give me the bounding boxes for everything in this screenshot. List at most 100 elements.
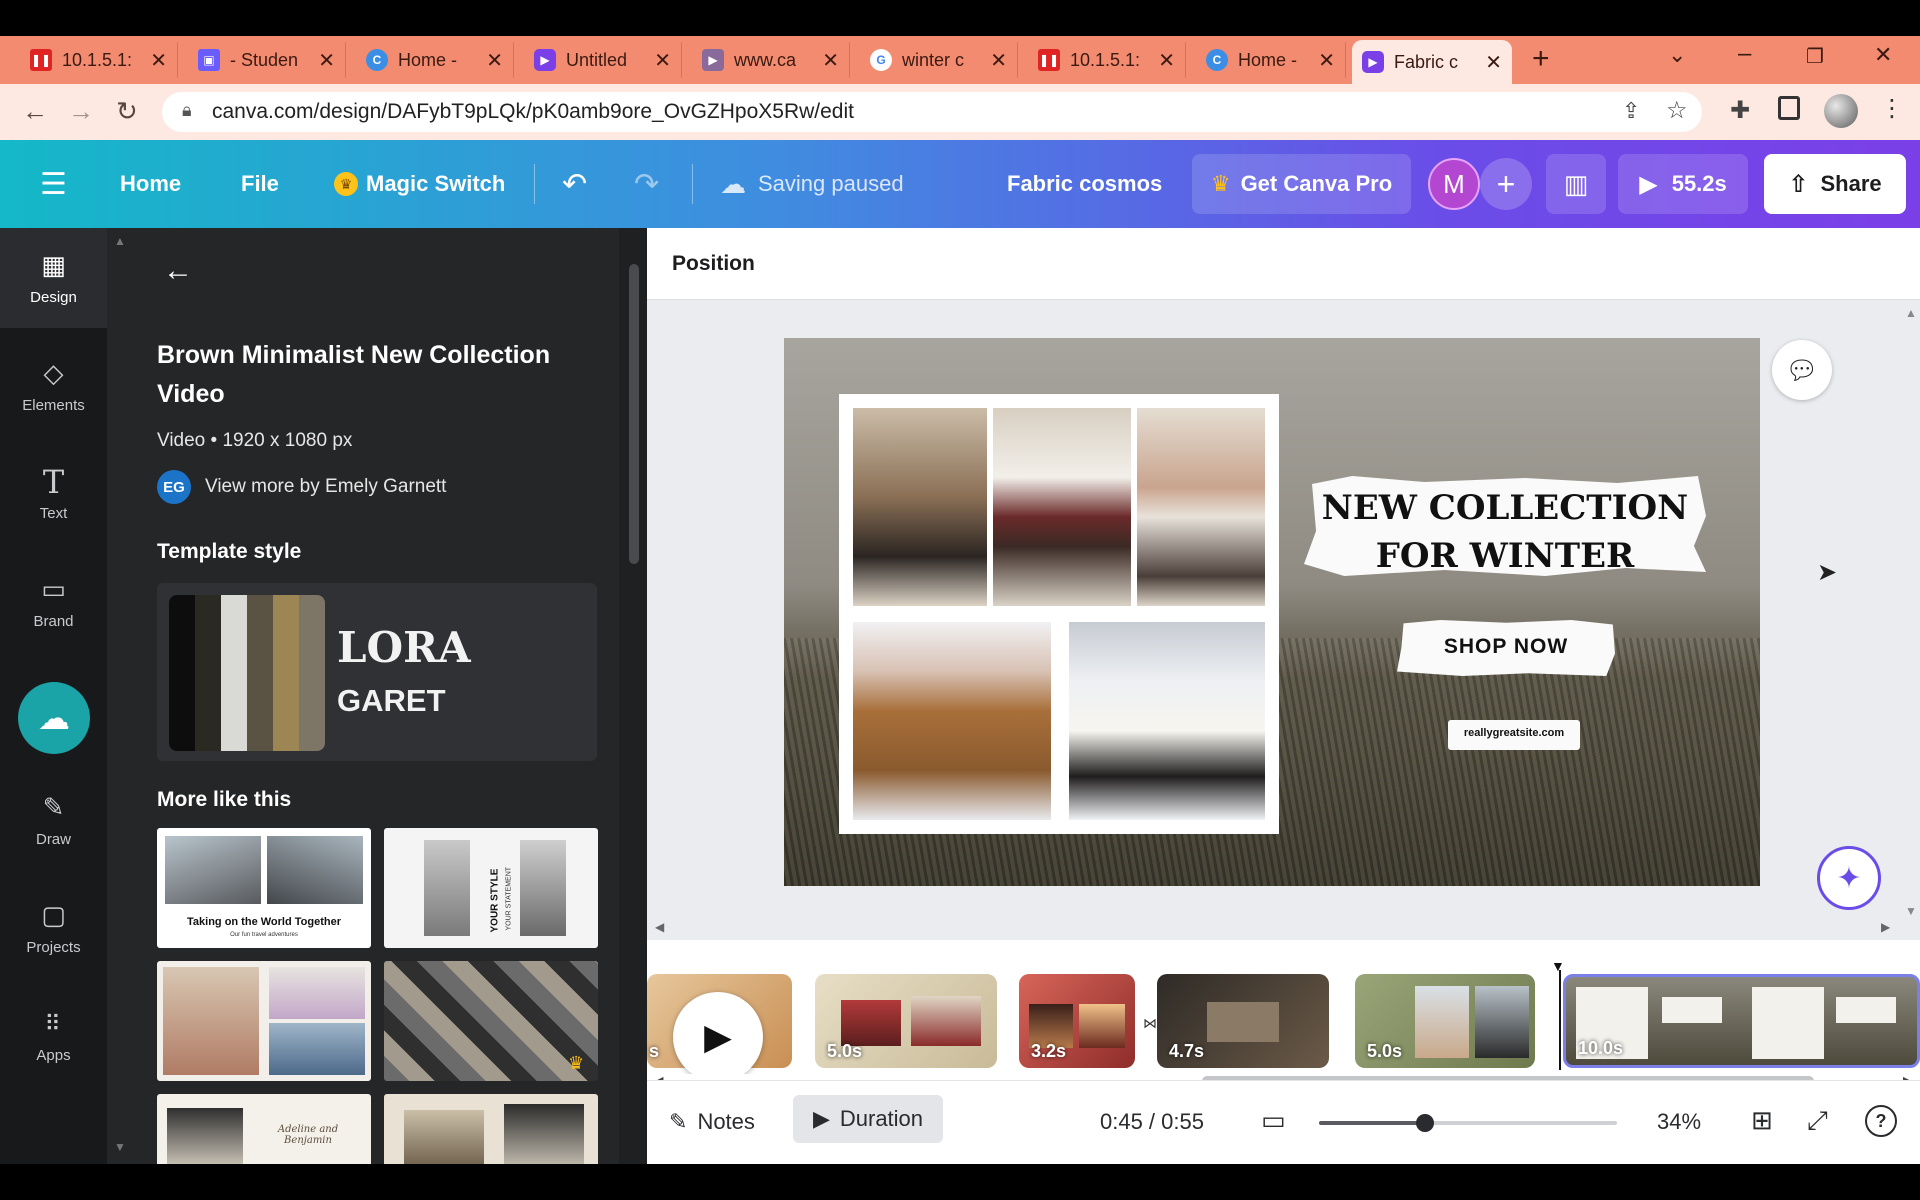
- hamburger-menu-icon[interactable]: ☰: [40, 140, 67, 228]
- magic-switch-button[interactable]: ♛ Magic Switch: [334, 140, 505, 228]
- browser-tab-active[interactable]: ▶ Fabric c ✕: [1352, 40, 1512, 84]
- rail-elements[interactable]: ◇ Elements: [0, 336, 107, 436]
- position-button[interactable]: Position: [672, 252, 755, 276]
- template-thumbnail[interactable]: Taking on the World Together Our fun tra…: [157, 828, 371, 948]
- save-status[interactable]: ☁ Saving paused: [720, 140, 904, 228]
- new-tab-plus-icon[interactable]: +: [1532, 42, 1550, 76]
- rail-apps[interactable]: ⠿ Apps: [0, 986, 107, 1086]
- zoom-slider-thumb[interactable]: [1416, 1114, 1434, 1132]
- forward-arrow-icon[interactable]: →: [68, 96, 94, 127]
- redo-icon[interactable]: ↷: [634, 140, 659, 228]
- add-comment-icon[interactable]: 💬︎: [1772, 340, 1832, 400]
- get-canva-pro-button[interactable]: ♛ Get Canva Pro: [1192, 154, 1411, 214]
- collage-photo[interactable]: [853, 408, 993, 606]
- insights-chart-icon[interactable]: ▥: [1546, 154, 1606, 214]
- duration-button[interactable]: ▶︎ Duration: [793, 1095, 943, 1143]
- shop-now-text[interactable]: SHOP NOW: [1397, 635, 1615, 659]
- upload-cloud-icon[interactable]: ☁: [18, 682, 90, 754]
- tab-search-chevron-icon[interactable]: ⌄: [1668, 42, 1686, 68]
- fullscreen-icon[interactable]: ⤢: [1807, 1105, 1828, 1137]
- template-thumbnail[interactable]: [384, 1094, 598, 1164]
- scroll-down-icon[interactable]: ▼: [114, 1140, 126, 1154]
- timeline-play-button[interactable]: ▶: [673, 992, 763, 1082]
- share-button[interactable]: ⇧ Share: [1764, 154, 1906, 214]
- browser-tab[interactable]: ❚❚ 10.1.5.1: ✕: [20, 42, 178, 78]
- browser-tab[interactable]: ▣ - Studen ✕: [188, 42, 346, 78]
- zoom-percent[interactable]: 34%: [1657, 1109, 1701, 1135]
- timeline-clip[interactable]: 3.2s: [1019, 974, 1135, 1068]
- rail-scrollbar[interactable]: ▲ ▼: [110, 234, 126, 1154]
- browser-tab[interactable]: ▶ www.ca ✕: [692, 42, 850, 78]
- restore-icon[interactable]: ❐: [1806, 44, 1824, 69]
- close-tab-icon[interactable]: ✕: [822, 48, 839, 73]
- home-button[interactable]: Home: [120, 140, 181, 228]
- bookmark-star-icon[interactable]: ☆: [1666, 96, 1688, 125]
- avatar[interactable]: M: [1428, 158, 1480, 210]
- magic-assistant-sparkle-icon[interactable]: ✦: [1817, 846, 1881, 910]
- design-title[interactable]: Fabric cosmos: [1007, 140, 1162, 228]
- collage-photo[interactable]: [989, 408, 1137, 606]
- invite-plus-icon[interactable]: +: [1480, 158, 1532, 210]
- collage-photo[interactable]: [1133, 408, 1265, 606]
- close-tab-icon[interactable]: ✕: [318, 48, 335, 73]
- photo-collage-frame[interactable]: [839, 394, 1279, 834]
- profile-avatar[interactable]: [1824, 94, 1858, 128]
- undo-icon[interactable]: ↶: [562, 140, 587, 228]
- scroll-up-icon[interactable]: ▲: [1905, 306, 1917, 320]
- close-window-icon[interactable]: ✕: [1874, 42, 1892, 68]
- timeline-clip[interactable]: 4.7s: [1157, 974, 1329, 1068]
- side-panel-icon[interactable]: [1778, 96, 1800, 120]
- reload-icon[interactable]: ↻: [116, 96, 138, 127]
- template-thumbnail[interactable]: Adeline and Benjamin: [157, 1094, 371, 1164]
- back-arrow-icon[interactable]: ←: [163, 254, 193, 288]
- grid-view-icon[interactable]: ⊞: [1751, 1105, 1773, 1136]
- back-arrow-icon[interactable]: ←: [22, 96, 48, 127]
- share-page-icon[interactable]: ⇪: [1622, 98, 1640, 124]
- rail-text[interactable]: T Text: [0, 444, 107, 544]
- close-tab-icon[interactable]: ✕: [1485, 50, 1502, 75]
- timeline-clip[interactable]: 5.0s: [1355, 974, 1535, 1068]
- browser-tab[interactable]: C Home - ✕: [356, 42, 514, 78]
- help-icon[interactable]: ?: [1865, 1105, 1897, 1137]
- close-tab-icon[interactable]: ✕: [486, 48, 503, 73]
- collage-photo[interactable]: [853, 622, 1051, 820]
- template-thumbnail[interactable]: [157, 961, 371, 1081]
- browser-tab[interactable]: ▶ Untitled ✕: [524, 42, 682, 78]
- timeline-clip[interactable]: 5.0s: [815, 974, 997, 1068]
- notes-button[interactable]: ✎ Notes: [669, 1109, 755, 1135]
- playhead[interactable]: [1559, 970, 1561, 1070]
- view-more-author-link[interactable]: View more by Emely Garnett: [205, 476, 446, 498]
- rail-projects[interactable]: ▢ Projects: [0, 878, 107, 978]
- template-thumbnail[interactable]: ♛: [384, 961, 598, 1081]
- browser-tab[interactable]: G winter c ✕: [860, 42, 1018, 78]
- panel-scrollbar[interactable]: [619, 228, 647, 1164]
- scroll-down-icon[interactable]: ▼: [1905, 904, 1917, 918]
- minimize-icon[interactable]: –: [1738, 40, 1751, 68]
- browser-tab[interactable]: C Home - ✕: [1196, 42, 1346, 78]
- close-tab-icon[interactable]: ✕: [990, 48, 1007, 73]
- scrollbar-thumb[interactable]: [629, 264, 639, 564]
- file-menu-button[interactable]: File: [241, 140, 279, 228]
- template-thumbnail[interactable]: YOUR STYLE YOUR STATEMENT: [384, 828, 598, 948]
- design-canvas[interactable]: NEW COLLECTION FOR WINTER SHOP NOW reall…: [784, 338, 1760, 886]
- template-style-card[interactable]: LORA GARET: [157, 583, 597, 761]
- website-text[interactable]: reallygreatsite.com: [1448, 727, 1580, 739]
- close-tab-icon[interactable]: ✕: [1318, 48, 1335, 73]
- close-tab-icon[interactable]: ✕: [1158, 48, 1175, 73]
- close-tab-icon[interactable]: ✕: [150, 48, 167, 73]
- playhead-marker-icon[interactable]: ▼: [1551, 958, 1565, 974]
- play-button[interactable]: ▶ 55.2s: [1618, 154, 1748, 214]
- scroll-left-icon[interactable]: ◀: [655, 920, 664, 934]
- scroll-up-icon[interactable]: ▲: [114, 234, 126, 248]
- address-bar[interactable]: 🔒︎ canva.com/design/DAFybT9pLQk/pK0amb9o…: [162, 92, 1702, 132]
- rail-brand[interactable]: ▭ Brand: [0, 552, 107, 652]
- browser-menu-icon[interactable]: ⋮: [1880, 94, 1904, 123]
- close-tab-icon[interactable]: ✕: [654, 48, 671, 73]
- page-view-icon[interactable]: ▭: [1261, 1105, 1286, 1136]
- zoom-slider-track[interactable]: [1319, 1114, 1617, 1132]
- rail-design[interactable]: ▦ Design: [0, 228, 107, 328]
- browser-tab[interactable]: ❚❚ 10.1.5.1: ✕: [1028, 42, 1186, 78]
- collage-photo[interactable]: [1069, 622, 1265, 820]
- timeline-clip-selected[interactable]: 10.0s: [1563, 974, 1920, 1068]
- extensions-puzzle-icon[interactable]: ✚: [1730, 96, 1750, 125]
